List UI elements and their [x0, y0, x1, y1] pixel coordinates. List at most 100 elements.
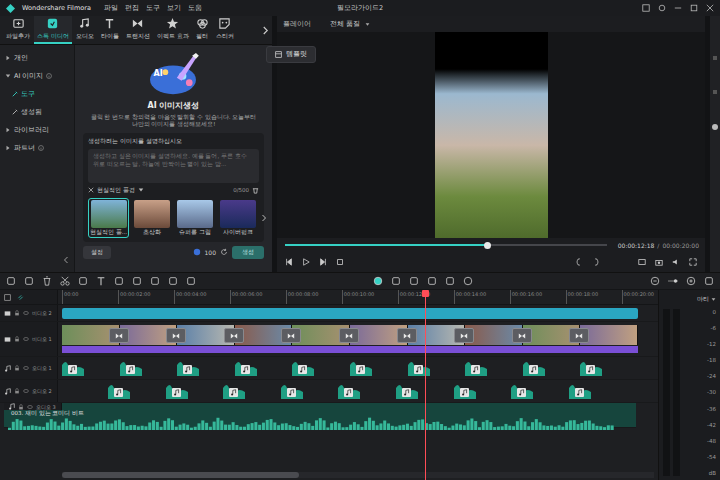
- transition-marker[interactable]: [224, 328, 244, 343]
- refresh-icon[interactable]: [220, 248, 228, 256]
- link-icon[interactable]: [17, 294, 24, 301]
- video-audio-bar[interactable]: [62, 346, 638, 353]
- audio-clip[interactable]: [523, 360, 545, 376]
- audio-clip[interactable]: [511, 383, 533, 399]
- scroll-right-icon[interactable]: [261, 214, 267, 222]
- shield-icon[interactable]: [409, 276, 419, 286]
- playhead[interactable]: [425, 290, 426, 480]
- style-dropdown[interactable]: 현실적인 풍경: [97, 186, 135, 195]
- snapshot-icon[interactable]: [655, 258, 663, 266]
- sidebar-item[interactable]: AI 이미지: [0, 67, 74, 85]
- window-layout-icon[interactable]: [642, 4, 650, 12]
- audio-clip[interactable]: [120, 360, 142, 376]
- audio-clip[interactable]: [454, 383, 476, 399]
- speaker-icon[interactable]: [23, 388, 29, 394]
- display-icon[interactable]: [638, 258, 646, 266]
- toolbar-tab[interactable]: 타이틀: [98, 16, 122, 44]
- style-card[interactable]: 사이버펑크: [218, 198, 258, 238]
- dropdown-icon[interactable]: [138, 187, 144, 193]
- transition-marker[interactable]: [166, 328, 186, 343]
- caret-down-icon[interactable]: [5, 73, 11, 79]
- audio-clip[interactable]: [235, 360, 257, 376]
- toolbar-tab[interactable]: 이펙트 효과: [154, 16, 192, 44]
- toolbar-tab[interactable]: 오디오: [73, 16, 97, 44]
- play-icon[interactable]: [302, 258, 310, 266]
- audio-clip[interactable]: [396, 383, 418, 399]
- audio-clip[interactable]: [569, 383, 591, 399]
- chevron-right-icon[interactable]: [262, 26, 269, 35]
- generate-button[interactable]: 생성: [232, 246, 264, 259]
- slider-icon[interactable]: [668, 276, 678, 286]
- mic-icon[interactable]: [427, 276, 437, 286]
- mark-out-icon[interactable]: [592, 258, 600, 266]
- close-icon[interactable]: [706, 4, 714, 12]
- grid-icon[interactable]: [704, 276, 714, 286]
- sidebar-item[interactable]: 도구: [0, 85, 74, 103]
- audio-icon[interactable]: [168, 276, 178, 286]
- playback-scrubber[interactable]: [285, 244, 607, 246]
- menu-item[interactable]: 도움: [188, 4, 202, 13]
- style-card[interactable]: 슈퍼롱 그림: [175, 198, 215, 238]
- zoomout-icon[interactable]: [650, 276, 660, 286]
- play-icon[interactable]: [373, 276, 383, 286]
- color-icon[interactable]: [132, 276, 142, 286]
- meter-label[interactable]: 마티: [697, 295, 709, 304]
- next-frame-icon[interactable]: [319, 258, 327, 266]
- info-icon[interactable]: [46, 73, 52, 79]
- fullscreen-icon[interactable]: [689, 258, 697, 266]
- caret-right-icon[interactable]: [5, 145, 11, 151]
- text-icon[interactable]: [96, 276, 106, 286]
- audio-clip[interactable]: [350, 360, 372, 376]
- lock-icon[interactable]: [14, 310, 20, 316]
- mark-in-icon[interactable]: [575, 258, 583, 266]
- audio-clip[interactable]: [408, 360, 430, 376]
- transition-marker[interactable]: [339, 328, 359, 343]
- sidebar-item[interactable]: 라이브러리: [0, 121, 74, 139]
- volume-icon[interactable]: [672, 258, 680, 266]
- menu-item[interactable]: 편집: [125, 4, 139, 13]
- time-ruler[interactable]: 00:0000:00:02:0000:00:04:0000:00:06:0000…: [58, 290, 658, 304]
- audio-clip[interactable]: [580, 360, 602, 376]
- previous-frame-icon[interactable]: [285, 258, 293, 266]
- transition-marker[interactable]: [109, 328, 129, 343]
- add-track-icon[interactable]: [4, 294, 11, 301]
- music-clip[interactable]: 003. 재미 있는 코미디 비트: [8, 410, 614, 430]
- toolbar-tab[interactable]: 스티커: [213, 16, 237, 44]
- clear-icon[interactable]: [88, 187, 94, 193]
- info-icon[interactable]: [38, 145, 44, 151]
- transition-marker[interactable]: [397, 328, 417, 343]
- toolbar-tab[interactable]: 필터: [193, 16, 212, 44]
- trash-icon[interactable]: [42, 276, 52, 286]
- menu-item[interactable]: 보기: [167, 4, 181, 13]
- zoomin-icon[interactable]: [686, 276, 696, 286]
- snap-icon[interactable]: [463, 276, 473, 286]
- menu-item[interactable]: 도구: [146, 4, 160, 13]
- lock-icon[interactable]: [18, 404, 24, 410]
- crop-icon[interactable]: [78, 276, 88, 286]
- redo-icon[interactable]: [24, 276, 34, 286]
- menu-item[interactable]: 파일: [104, 4, 118, 13]
- caret-right-icon[interactable]: [5, 127, 11, 133]
- audio-clip[interactable]: [338, 383, 360, 399]
- cloud-icon[interactable]: [658, 4, 666, 12]
- audio-clip[interactable]: [108, 383, 130, 399]
- video-clip[interactable]: [62, 325, 120, 345]
- transition-marker[interactable]: [512, 328, 532, 343]
- style-card[interactable]: 초상화: [132, 198, 172, 238]
- overlay-clip[interactable]: [62, 308, 638, 319]
- split-icon[interactable]: [445, 276, 455, 286]
- settings-button[interactable]: 설정: [83, 246, 111, 259]
- audio-clip[interactable]: [177, 360, 199, 376]
- quality-dropdown[interactable]: 전체 품질: [330, 20, 360, 29]
- audio-clip[interactable]: [62, 360, 84, 376]
- delete-icon[interactable]: [252, 187, 259, 194]
- dropdown-icon[interactable]: [711, 297, 716, 302]
- minimize-icon[interactable]: [674, 4, 682, 12]
- eye-icon[interactable]: [23, 336, 29, 342]
- sidebar-item[interactable]: 파트너: [0, 139, 74, 157]
- audio-clip[interactable]: [166, 383, 188, 399]
- lock-icon[interactable]: [14, 336, 20, 342]
- stop-icon[interactable]: [336, 258, 344, 266]
- speed-icon[interactable]: [114, 276, 124, 286]
- transition-marker[interactable]: [281, 328, 301, 343]
